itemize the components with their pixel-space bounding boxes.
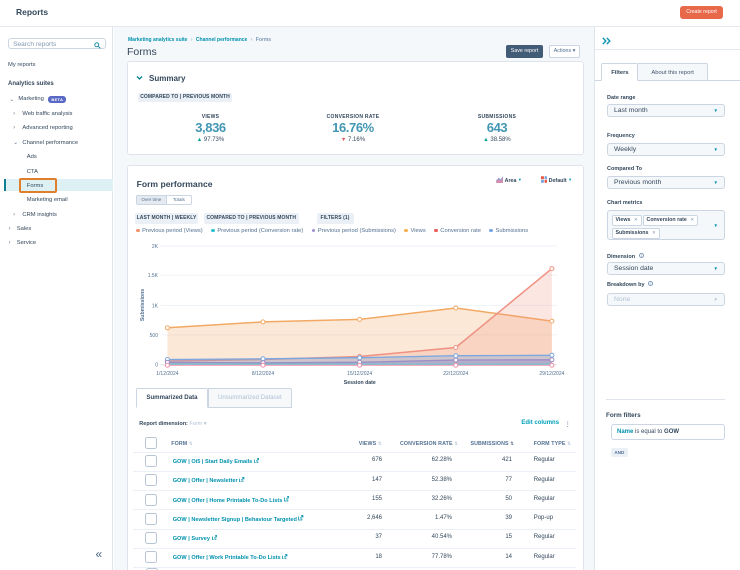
- svg-text:1/12/2024: 1/12/2024: [156, 371, 178, 377]
- svg-text:1.5K: 1.5K: [148, 273, 159, 279]
- svg-text:Session date: Session date: [344, 380, 376, 386]
- svg-text:2K: 2K: [152, 244, 159, 250]
- svg-text:0: 0: [155, 363, 158, 369]
- svg-text:22/12/2024: 22/12/2024: [443, 371, 468, 377]
- svg-text:Submissions: Submissions: [140, 289, 146, 321]
- svg-text:8/12/2024: 8/12/2024: [252, 371, 274, 377]
- svg-text:1K: 1K: [152, 303, 159, 309]
- svg-text:15/12/2024: 15/12/2024: [347, 371, 372, 377]
- svg-text:29/12/2024: 29/12/2024: [539, 371, 564, 377]
- svg-text:500: 500: [150, 333, 159, 339]
